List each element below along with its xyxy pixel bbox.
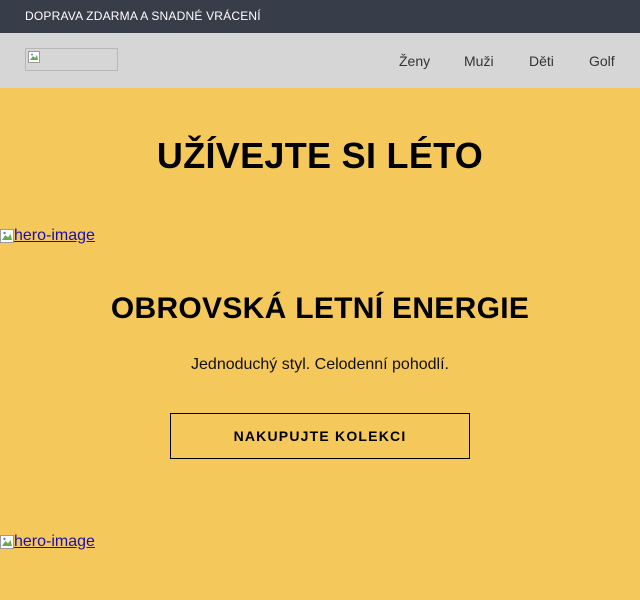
page-headline: UŽÍVEJTE SI LÉTO	[156, 135, 484, 176]
broken-image-icon	[0, 535, 14, 549]
nav-item-golf[interactable]: Golf	[589, 53, 615, 69]
site-header: Ženy Muži Děti Golf	[0, 33, 640, 88]
announcement-bar: DOPRAVA ZDARMA A SNADNÉ VRÁCENÍ	[0, 0, 640, 33]
broken-image-icon	[0, 229, 14, 243]
nav-item-zeny[interactable]: Ženy	[399, 53, 430, 69]
shop-collection-button[interactable]: NAKUPUJTE KOLEKCI	[170, 413, 470, 459]
announcement-text: DOPRAVA ZDARMA A SNADNÉ VRÁCENÍ	[25, 9, 261, 23]
nav-item-deti[interactable]: Děti	[529, 53, 554, 69]
nav-item-muzi[interactable]: Muži	[464, 53, 494, 69]
hero-image-alt: hero-image	[14, 227, 95, 244]
tagline: Jednoduchý styl. Celodenní pohodlí.	[191, 356, 449, 373]
hero-image-link[interactable]: hero-image	[0, 228, 95, 244]
section-title: OBROVSKÁ LETNÍ ENERGIE	[110, 292, 530, 325]
main-nav: Ženy Muži Děti Golf	[0, 33, 640, 88]
hero-image-alt: hero-image	[14, 533, 95, 550]
hero-image-link[interactable]: hero-image	[0, 534, 95, 550]
